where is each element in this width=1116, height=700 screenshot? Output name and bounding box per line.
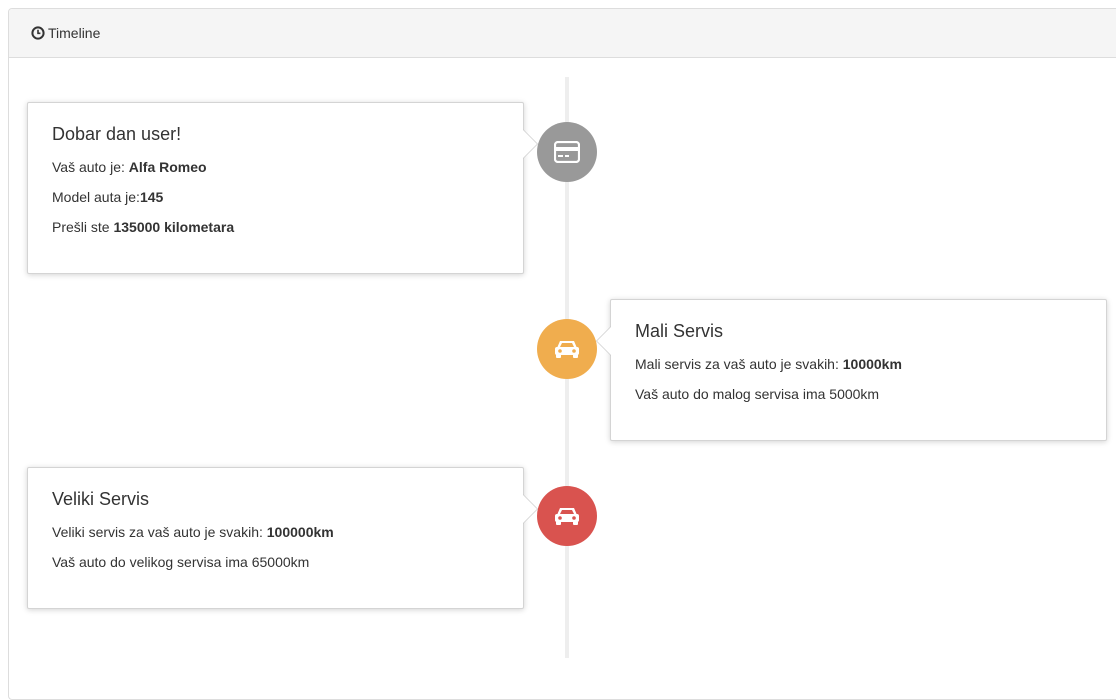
car-icon	[537, 319, 597, 379]
panel-heading: Timeline	[9, 9, 1116, 58]
car-model-line: Model auta je:145	[52, 187, 499, 207]
small-service-interval-value: 10000km	[842, 356, 902, 372]
small-service-interval-label: Mali servis za vaš auto je svakih:	[635, 356, 843, 372]
card-title: Mali Servis	[635, 321, 724, 341]
big-service-interval-label: Veliki servis za vaš auto je svakih:	[52, 524, 267, 540]
timeline-card-welcome: Dobar dan user! Vaš auto je: Alfa Romeo …	[27, 102, 538, 274]
timeline-card-big-service: Veliki Servis Veliki servis za vaš auto …	[27, 467, 538, 609]
car-make-value: Alfa Romeo	[128, 159, 207, 175]
mileage-line: Prešli ste 135000 kilometara	[52, 217, 499, 237]
big-service-interval-value: 100000km	[266, 524, 334, 540]
mileage-value: 135000 kilometara	[113, 219, 235, 235]
panel-title: Timeline	[48, 25, 101, 41]
car-make-label: Vaš auto je:	[52, 159, 129, 175]
clock-icon	[31, 26, 45, 40]
timeline-card-small-service: Mali Servis Mali servis za vaš auto je s…	[596, 299, 1107, 441]
mileage-label: Prešli ste	[52, 219, 114, 235]
card-title: Dobar dan user!	[52, 124, 182, 144]
big-service-remaining-line: Vaš auto do velikog servisa ima 65000km	[52, 554, 310, 570]
small-service-remaining-line: Vaš auto do malog servisa ima 5000km	[635, 386, 880, 402]
car-model-label: Model auta je:	[52, 189, 140, 205]
big-service-interval-line: Veliki servis za vaš auto je svakih: 100…	[52, 522, 499, 542]
card-title: Veliki Servis	[52, 489, 150, 509]
credit-card-icon	[537, 122, 597, 182]
car-icon	[537, 486, 597, 546]
car-model-value: 145	[139, 189, 164, 205]
small-service-interval-line: Mali servis za vaš auto je svakih: 10000…	[635, 354, 1082, 374]
car-make-line: Vaš auto je: Alfa Romeo	[52, 157, 499, 177]
